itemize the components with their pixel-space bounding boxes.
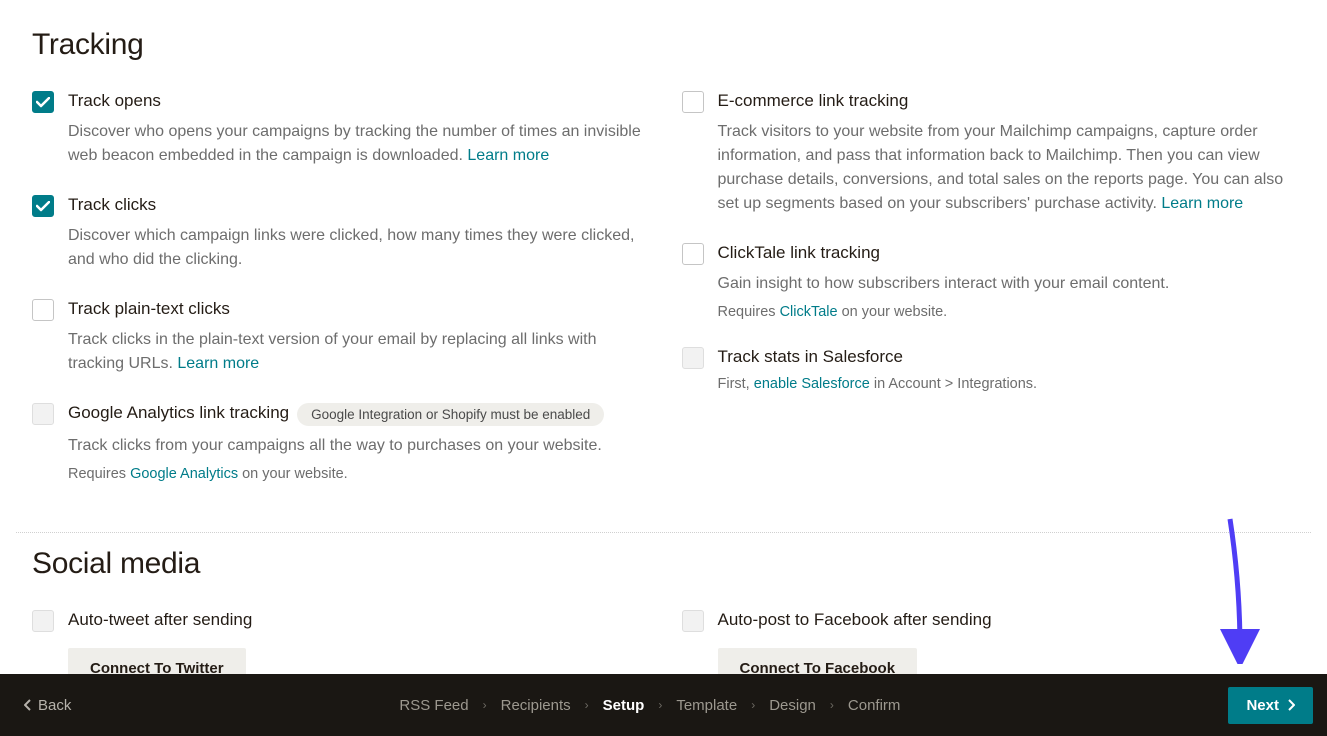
salesforce-tracking-title: Track stats in Salesforce [718,347,904,366]
ecommerce-tracking-learn-more-link[interactable]: Learn more [1161,195,1243,212]
ga-tracking-sub-link[interactable]: Google Analytics [130,466,238,482]
next-label: Next [1246,697,1279,714]
tracking-heading: Tracking [32,28,1311,62]
ga-tracking-checkbox [32,403,54,425]
tracking-option-clicktale-tracking: ClickTale link tracking Gain insight to h… [682,242,1296,320]
salesforce-tracking-checkbox [682,347,704,369]
chevron-right-icon: › [658,698,662,712]
ga-tracking-badge: Google Integration or Shopify must be en… [297,403,604,426]
clicktale-tracking-subtext: Requires ClickTale on your website. [718,304,1296,320]
ga-tracking-desc: Track clicks from your campaigns all the… [68,434,646,458]
auto-facebook-label: Auto-post to Facebook after sending [718,610,992,629]
step-template[interactable]: Template [676,697,737,714]
social-heading: Social media [32,547,1311,581]
tracking-option-ecommerce-tracking: E-commerce link tracking Track visitors t… [682,90,1296,216]
step-recipients[interactable]: Recipients [501,697,571,714]
salesforce-tracking-sub-link[interactable]: enable Salesforce [754,376,870,392]
clicktale-tracking-checkbox[interactable] [682,243,704,265]
track-clicks-checkbox[interactable] [32,195,54,217]
auto-tweet-checkbox[interactable] [32,610,54,632]
step-confirm[interactable]: Confirm [848,697,901,714]
chevron-right-icon: › [483,698,487,712]
chevron-left-icon [24,699,32,711]
tracking-option-track-clicks: Track clicks Discover which campaign link… [32,194,646,272]
back-button[interactable]: Back [24,697,71,714]
clicktale-tracking-desc: Gain insight to how subscribers interact… [718,272,1296,296]
chevron-right-icon [1287,699,1295,711]
step-setup[interactable]: Setup [603,697,645,714]
track-opens-learn-more-link[interactable]: Learn more [467,147,549,164]
tracking-option-salesforce-tracking: Track stats in Salesforce First, enable S… [682,346,1296,392]
track-clicks-desc: Discover which campaign links were click… [68,224,646,272]
track-plaintext-desc: Track clicks in the plain-text version o… [68,328,646,376]
wizard-steps: RSS Feed › Recipients › Setup › Template › Desig… [399,697,900,714]
tracking-columns: Track opens Discover who opens your campa… [16,90,1311,508]
track-plaintext-learn-more-link[interactable]: Learn more [177,355,259,372]
back-label: Back [38,697,71,714]
clicktale-tracking-title: ClickTale link tracking [718,243,881,262]
tracking-option-ga-tracking: Google Analytics link tracking Google Int… [32,402,646,481]
next-button[interactable]: Next [1228,687,1313,724]
tracking-option-track-opens: Track opens Discover who opens your campa… [32,90,646,168]
chevron-right-icon: › [751,698,755,712]
auto-tweet-label: Auto-tweet after sending [68,610,252,629]
ga-tracking-title: Google Analytics link tracking [68,403,289,422]
track-opens-title: Track opens [68,91,161,110]
section-divider [16,532,1311,533]
step-design[interactable]: Design [769,697,816,714]
clicktale-tracking-sub-link[interactable]: ClickTale [780,304,838,320]
ga-tracking-subtext: Requires Google Analytics on your websit… [68,466,646,482]
track-opens-desc: Discover who opens your campaigns by tra… [68,120,646,168]
wizard-footer: Back RSS Feed › Recipients › Setup › Template ›… [0,674,1327,736]
chevron-right-icon: › [830,698,834,712]
track-plaintext-checkbox[interactable] [32,299,54,321]
chevron-right-icon: › [585,698,589,712]
ecommerce-tracking-desc: Track visitors to your website from your… [718,120,1296,216]
auto-facebook-checkbox[interactable] [682,610,704,632]
ecommerce-tracking-title: E-commerce link tracking [718,91,909,110]
step-rss-feed[interactable]: RSS Feed [399,697,468,714]
track-plaintext-title: Track plain-text clicks [68,299,230,318]
ecommerce-tracking-checkbox[interactable] [682,91,704,113]
track-opens-checkbox[interactable] [32,91,54,113]
salesforce-tracking-subtext: First, enable Salesforce in Account > In… [718,376,1296,392]
track-clicks-title: Track clicks [68,195,156,214]
tracking-option-track-plaintext: Track plain-text clicks Track clicks in t… [32,298,646,376]
